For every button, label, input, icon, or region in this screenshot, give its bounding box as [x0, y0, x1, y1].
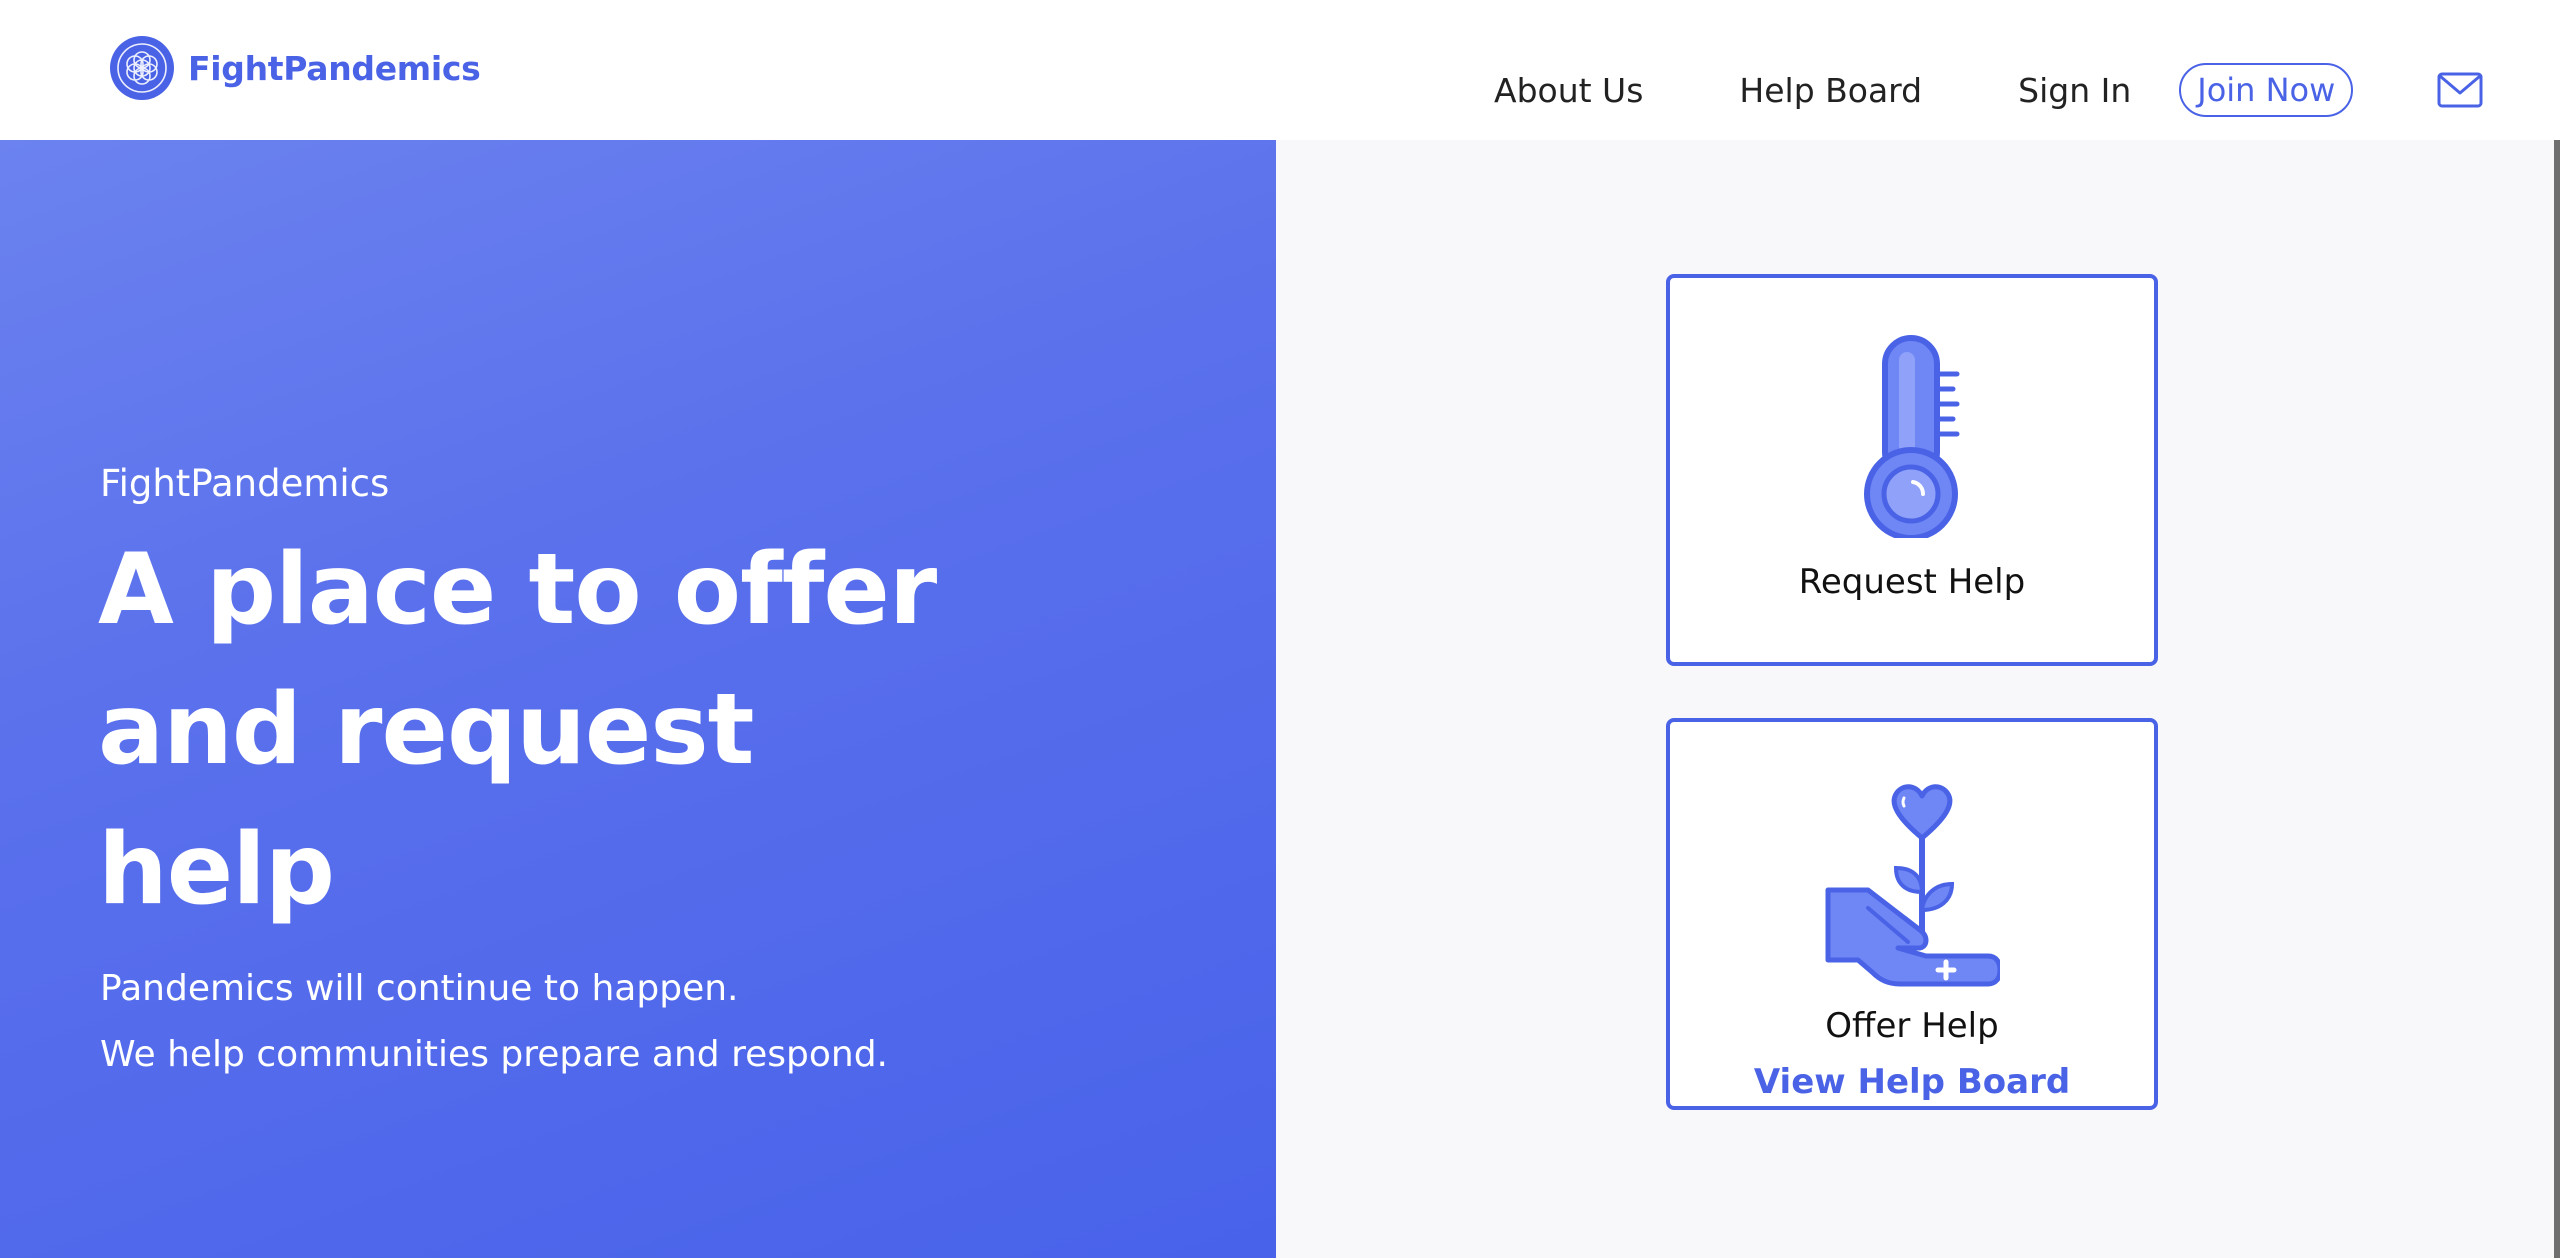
hand-flower-icon	[1825, 784, 2000, 987]
view-help-board-link[interactable]: View Help Board	[1666, 1062, 2158, 1102]
hero-subtitle-line2: We help communities prepare and respond.	[100, 1034, 888, 1075]
request-help-card[interactable]: Request Help	[1666, 274, 2158, 666]
join-now-button[interactable]: Join Now	[2179, 63, 2354, 117]
main-nav: About Us Help Board Sign In Join Now	[1494, 62, 2483, 118]
request-help-label: Request Help	[1798, 562, 2026, 602]
hero-title: A place to offer and request help	[98, 533, 937, 927]
site-header: FightPandemics About Us Help Board Sign …	[0, 0, 2560, 140]
logo-icon	[110, 36, 174, 100]
logo-link[interactable]: FightPandemics	[108, 34, 481, 102]
scrollbar[interactable]	[2554, 140, 2560, 1258]
hero-section: FightPandemics A place to offer and requ…	[0, 140, 1276, 1258]
mail-icon[interactable]	[2437, 72, 2483, 108]
nav-sign-in[interactable]: Sign In	[2018, 71, 2131, 110]
thermometer-icon	[1864, 335, 1960, 538]
logo-text: FightPandemics	[188, 48, 481, 88]
offer-help-label: Offer Help	[1825, 1006, 1999, 1046]
nav-help-board[interactable]: Help Board	[1739, 71, 1922, 110]
offer-help-card[interactable]: Offer Help	[1666, 718, 2158, 1110]
nav-about-us[interactable]: About Us	[1494, 71, 1643, 110]
hero-subtitle-line1: Pandemics will continue to happen.	[100, 968, 739, 1009]
hero-brand: FightPandemics	[100, 462, 390, 505]
